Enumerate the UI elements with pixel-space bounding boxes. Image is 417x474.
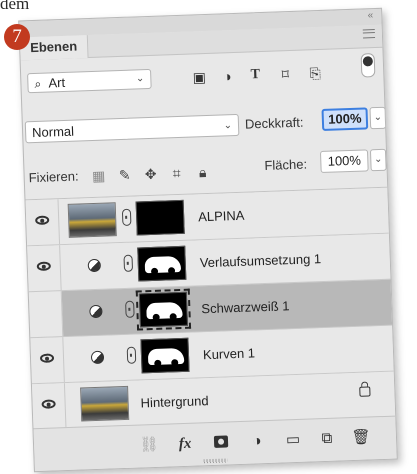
new-layer-icon[interactable]: ⧉ — [316, 429, 339, 450]
filter-kind-label: Art — [48, 74, 66, 91]
layer-mask-thumbnail[interactable] — [137, 245, 187, 282]
fill-label: Fläche: — [264, 156, 308, 173]
pixel-layer-filter-icon[interactable]: ▣ — [189, 67, 210, 88]
visibility-toggle[interactable] — [28, 291, 64, 338]
blend-mode-value: Normal — [31, 123, 75, 141]
opacity-label: Deckkraft: — [244, 114, 304, 132]
type-layer-filter-icon[interactable]: T — [245, 65, 266, 86]
layer-name: Hintergrund — [140, 393, 209, 411]
mask-icon — [213, 435, 229, 448]
opacity-input[interactable]: 100% — [321, 107, 369, 131]
visibility-toggle[interactable] — [25, 199, 61, 246]
layers-panel: « Ebenen ⌕ Art ⌄ ▣ ◑ T ⌑ ⎘ Normal ⌄ Deck… — [18, 7, 398, 473]
tab-layers[interactable]: Ebenen — [19, 35, 89, 61]
lock-position-icon[interactable]: ✥ — [140, 164, 161, 185]
chevron-down-icon: ⌄ — [223, 120, 233, 132]
filter-toggle-switch[interactable] — [360, 53, 376, 78]
adjustment-layer-icon — [87, 258, 102, 273]
shape-layer-filter-icon[interactable]: ⌑ — [275, 64, 296, 85]
layer-mask-thumbnail[interactable] — [135, 199, 185, 236]
eye-icon — [35, 215, 50, 226]
eye-icon — [39, 353, 55, 363]
lock-icon[interactable] — [359, 386, 371, 397]
panel-menu-icon[interactable] — [362, 29, 376, 39]
fill-input[interactable]: 100% — [319, 149, 369, 174]
chain-link-icon[interactable] — [126, 346, 137, 364]
chevron-down-icon: ⌄ — [135, 73, 145, 85]
filter-icon-group: ▣ ◑ T ⌑ ⎘ — [189, 65, 321, 88]
fill-dropdown-button[interactable]: ⌄ — [369, 148, 387, 172]
layer-mask-thumbnail[interactable] — [140, 337, 190, 374]
layer-thumbnail — [80, 385, 130, 422]
new-group-folder-icon[interactable]: ▭ — [282, 430, 305, 451]
lock-all-icon[interactable]: 🔒︎ — [192, 162, 213, 183]
collapse-panel-icon[interactable]: « — [368, 10, 374, 21]
layer-name: Verlaufsumsetzung 1 — [199, 251, 322, 271]
layer-filter-select[interactable]: ⌕ Art ⌄ — [27, 68, 152, 94]
adjustment-layer-filter-icon[interactable]: ◑ — [217, 66, 238, 87]
eye-icon — [41, 399, 56, 409]
lock-transparency-icon[interactable]: ▦ — [88, 165, 109, 186]
visibility-toggle[interactable] — [27, 245, 62, 292]
link-layers-icon[interactable]: ⛓ — [138, 435, 161, 456]
layer-mask-thumbnail[interactable] — [135, 288, 192, 331]
opacity-dropdown-button[interactable]: ⌄ — [369, 106, 387, 130]
layer-name: Kurven 1 — [202, 345, 256, 363]
layer-name: Schwarzweiß 1 — [201, 298, 290, 317]
chain-link-icon[interactable] — [123, 254, 134, 272]
resize-grip[interactable] — [203, 458, 228, 464]
adjustment-layer-icon — [89, 304, 103, 319]
chain-link-icon[interactable] — [121, 208, 132, 226]
smart-object-filter-icon[interactable]: ⎘ — [305, 63, 326, 84]
search-icon: ⌕ — [34, 76, 42, 91]
lock-label: Fixieren: — [28, 168, 79, 186]
blend-mode-select[interactable]: Normal ⌄ — [24, 113, 240, 144]
layer-name: ALPINA — [197, 207, 245, 225]
layer-thumbnail — [67, 202, 117, 238]
layer-list: ALPINA Verlaufsumsetzung 1 Schwarzweiß 1… — [25, 186, 396, 431]
eye-icon — [36, 261, 51, 271]
visibility-toggle[interactable] — [30, 337, 65, 384]
chain-link-icon[interactable] — [125, 300, 135, 318]
step-number-badge: 7 — [4, 24, 30, 50]
visibility-toggle[interactable] — [31, 383, 67, 430]
lock-icon-group: ▦ ✎ ✥ ⌗ 🔒︎ — [88, 164, 207, 186]
new-adjustment-layer-icon[interactable]: ◑ — [246, 431, 269, 452]
layer-style-fx-icon[interactable]: fx — [174, 434, 197, 455]
trash-icon[interactable]: 🗑︎ — [350, 427, 373, 448]
add-mask-button[interactable] — [210, 432, 233, 453]
lock-image-pixels-icon[interactable]: ✎ — [114, 165, 135, 186]
lock-artboard-icon[interactable]: ⌗ — [166, 163, 187, 184]
caption-text: dem — [0, 0, 30, 13]
adjustment-layer-icon — [90, 350, 105, 365]
